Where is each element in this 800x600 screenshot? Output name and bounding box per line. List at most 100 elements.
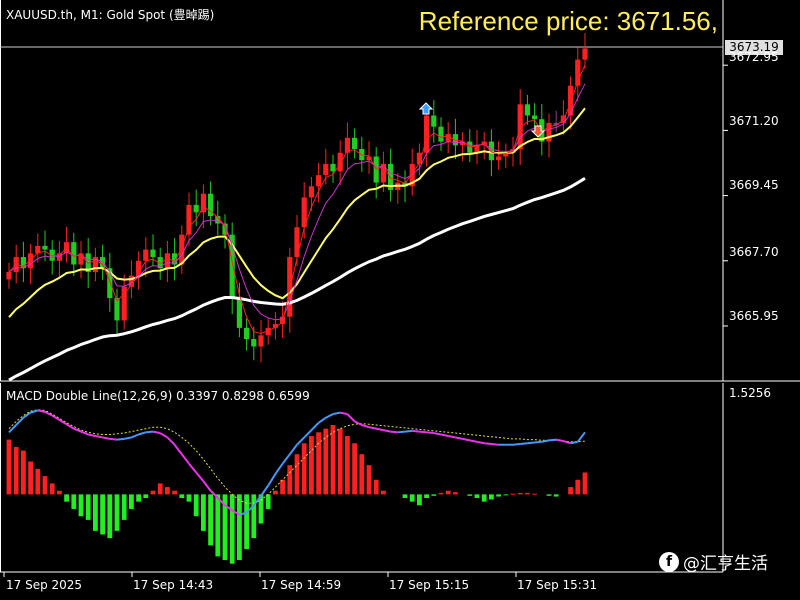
macd-histogram-bar [316, 432, 321, 495]
macd-histogram-bar [57, 490, 62, 495]
watermark: f @汇亨生活 [659, 549, 768, 574]
macd-histogram-bar [237, 494, 242, 561]
candle-body [568, 85, 574, 116]
macd-histogram-bar [85, 494, 91, 520]
candle-body [150, 249, 156, 258]
macd-histogram-bar [107, 494, 113, 539]
macd-histogram-bar [208, 494, 213, 546]
macd-histogram-bar [42, 476, 48, 495]
macd-histogram-bar [121, 494, 127, 520]
macd-histogram-bar [309, 435, 314, 495]
candle-body [337, 152, 343, 172]
macd-histogram-bar [467, 494, 473, 496]
macd-histogram-bar [100, 494, 105, 535]
macd-histogram-bar [438, 492, 444, 495]
candle-body [6, 271, 12, 280]
macd-histogram-bar [445, 490, 451, 495]
candle-body [352, 137, 358, 150]
candle-body [532, 115, 538, 120]
macd-histogram-bar [129, 494, 134, 509]
macd-histogram-bar [517, 492, 523, 495]
macd-line-segment [116, 437, 125, 441]
candle-body [143, 249, 149, 261]
macd-histogram-bar [179, 494, 185, 499]
macd-histogram-bar [186, 494, 192, 502]
candle-body [323, 163, 329, 176]
price-axis-label: 3665.95 [729, 309, 779, 323]
macd-histogram-bar [229, 494, 235, 564]
macd-line-segment [412, 429, 420, 433]
macd-histogram-bar [143, 494, 149, 499]
candle-body [438, 126, 444, 142]
macd-line-segment [512, 442, 521, 446]
macd-histogram-bar [381, 490, 386, 495]
macd-line-segment [520, 442, 528, 445]
candle-body [316, 175, 322, 187]
macd-indicator-title: MACD Double Line(12,26,9) 0.3397 0.8298 … [6, 389, 310, 403]
macd-line-segment [404, 429, 413, 433]
macd-histogram-bar [93, 494, 98, 531]
macd-line-segment [548, 438, 557, 442]
macd-histogram-bar [330, 425, 336, 495]
candle-body [236, 298, 242, 328]
macd-line-segment [390, 430, 398, 434]
macd-line-segment [484, 442, 492, 445]
macd-line-segment [426, 431, 434, 435]
macd-histogram-bar [301, 443, 307, 495]
candle-body [488, 141, 494, 161]
candle-body [164, 253, 170, 269]
candle-body [308, 186, 314, 198]
macd-histogram-bar [201, 494, 206, 531]
candle-body [244, 327, 250, 340]
macd-histogram-bar [78, 494, 84, 517]
reference-price-label: Reference price: 3671.56, [418, 6, 718, 36]
time-axis-label: 17 Sep 14:43 [133, 578, 214, 592]
macd-histogram-bar [193, 494, 199, 517]
time-axis-label: 17 Sep 2025 [6, 578, 83, 592]
macd-histogram-bar [402, 494, 408, 499]
macd-histogram-bar [417, 494, 422, 506]
price-axis-label: 3667.70 [729, 245, 779, 259]
macd-histogram-bar [150, 490, 156, 495]
macd-histogram-bar [265, 494, 271, 509]
candle-body [424, 115, 430, 153]
macd-line-segment [109, 437, 118, 441]
macd-histogram-bar [568, 487, 573, 495]
candle-body [287, 257, 293, 317]
macd-histogram-bar [503, 494, 509, 496]
macd-histogram-bar [409, 494, 415, 502]
macd-histogram-bar [273, 490, 278, 495]
macd-line-segment [534, 440, 542, 444]
macd-histogram-bar [424, 494, 429, 499]
trading-chart[interactable] [0, 0, 800, 600]
price-axis-label: 3669.45 [729, 178, 779, 192]
macd-line-segment [491, 442, 499, 446]
macd-line-segment [397, 430, 406, 434]
macd-histogram-bar [64, 494, 69, 502]
macd-histogram-bar [582, 472, 588, 495]
macd-line-segment [145, 430, 154, 434]
candle-body [251, 339, 257, 347]
brand-logo-icon: f [659, 551, 679, 572]
macd-histogram-bar [6, 439, 12, 495]
macd-histogram-bar [481, 494, 487, 502]
macd-histogram-bar [136, 494, 141, 502]
macd-histogram-bar [215, 494, 221, 557]
candle-body [546, 122, 552, 142]
macd-histogram-bar [337, 428, 343, 495]
candle-body [42, 245, 48, 250]
candle-body [582, 48, 588, 60]
macd-histogram-bar [474, 494, 480, 499]
macd-histogram-bar [532, 493, 537, 495]
macd-histogram-bar [496, 494, 501, 497]
macd-histogram-bar [287, 465, 293, 495]
macd-axis-max-label: 1.5256 [729, 386, 771, 400]
candle-body [330, 163, 336, 172]
macd-histogram-bar [294, 454, 300, 495]
macd-histogram-bar [366, 465, 372, 495]
macd-histogram-bar [157, 483, 163, 495]
macd-histogram-bar [49, 483, 55, 495]
macd-line-segment [419, 430, 427, 434]
candle-body [28, 253, 34, 269]
candle-body [71, 242, 77, 265]
